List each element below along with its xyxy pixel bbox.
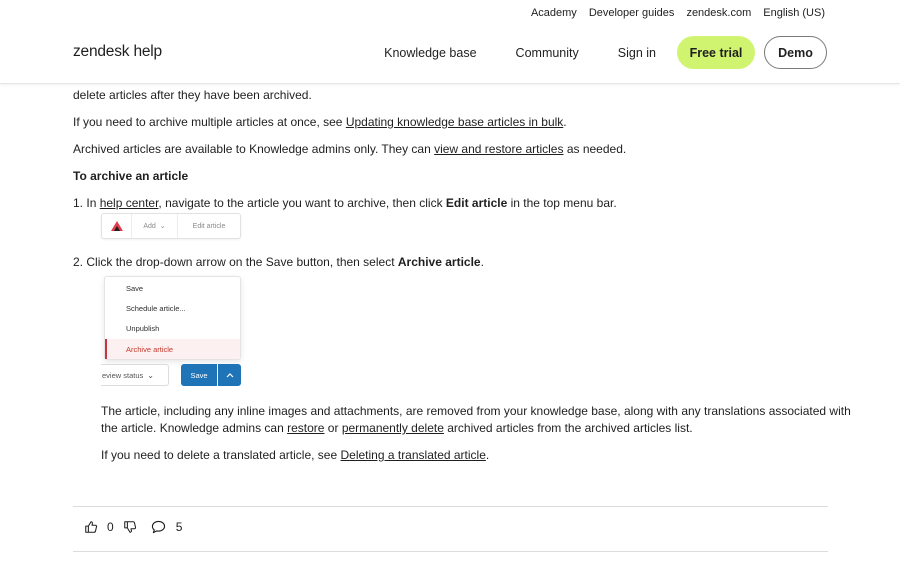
permanently-delete-link[interactable]: permanently delete — [342, 421, 444, 435]
site-header: Academy Developer guides zendesk.com Eng… — [0, 0, 900, 84]
delete-translated-link[interactable]: Deleting a translated article — [340, 448, 485, 462]
site-logo[interactable]: zendesk help — [73, 43, 162, 61]
nav-knowledge-base[interactable]: Knowledge base — [384, 46, 476, 60]
thumbs-down-icon[interactable] — [123, 520, 137, 534]
menu-item-archive: Archive article — [105, 339, 240, 359]
menu-item-save: Save — [126, 283, 144, 293]
step-1: 1. In help center, navigate to the artic… — [73, 196, 617, 210]
bulk-update-link[interactable]: Updating knowledge base articles in bulk — [346, 115, 563, 129]
free-trial-button[interactable]: Free trial — [677, 36, 755, 69]
paragraph: delete articles after they have been arc… — [73, 88, 312, 102]
view-restore-link[interactable]: view and restore articles — [434, 142, 563, 156]
menu-item-unpublish: Unpublish — [126, 323, 160, 333]
toolbar-screenshot: Add ⌄ Edit article — [101, 213, 241, 239]
step-2: 2. Click the drop-down arrow on the Save… — [73, 255, 484, 269]
main-nav: Knowledge base Community Sign in Free tr… — [384, 36, 827, 69]
chevron-down-icon: ⌄ — [147, 370, 154, 380]
review-status-select: eview status ⌄ — [101, 364, 169, 386]
paragraph: Archived articles are available to Knowl… — [73, 142, 627, 156]
restore-link[interactable]: restore — [287, 421, 324, 435]
upvote-count: 0 — [107, 520, 114, 534]
language-selector[interactable]: English (US) — [763, 7, 825, 19]
comment-count: 5 — [175, 520, 183, 534]
academy-link[interactable]: Academy — [531, 7, 577, 19]
paragraph: The article, including any inline images… — [101, 404, 851, 418]
divider — [73, 506, 828, 507]
save-button: Save — [181, 364, 217, 386]
sign-in-link[interactable]: Sign in — [618, 46, 656, 60]
paragraph: If you need to delete a translated artic… — [101, 448, 490, 462]
section-heading: To archive an article — [73, 169, 189, 183]
article-feedback: 0 5 — [84, 520, 182, 534]
paragraph: If you need to archive multiple articles… — [73, 115, 567, 129]
divider — [73, 551, 828, 552]
thumbs-up-icon[interactable] — [84, 520, 98, 534]
chevron-down-icon: ⌄ — [159, 223, 166, 230]
paragraph: the article. Knowledge admins can restor… — [101, 421, 693, 435]
help-center-link[interactable]: help center — [100, 196, 159, 210]
edit-article-button: Edit article — [192, 222, 226, 230]
zendesk-com-link[interactable]: zendesk.com — [686, 7, 751, 19]
chevron-up-icon — [218, 364, 241, 386]
nav-community[interactable]: Community — [516, 46, 579, 60]
comment-icon[interactable] — [151, 520, 166, 534]
utility-nav: Academy Developer guides zendesk.com Eng… — [531, 7, 825, 19]
guide-logo-icon — [102, 214, 132, 238]
demo-button[interactable]: Demo — [764, 36, 827, 69]
developer-guides-link[interactable]: Developer guides — [589, 7, 675, 19]
menu-item-schedule: Schedule article... — [126, 303, 186, 313]
add-menu: Add ⌄ — [132, 214, 178, 238]
save-dropdown-screenshot: Save Schedule article... Unpublish Archi… — [104, 276, 241, 360]
